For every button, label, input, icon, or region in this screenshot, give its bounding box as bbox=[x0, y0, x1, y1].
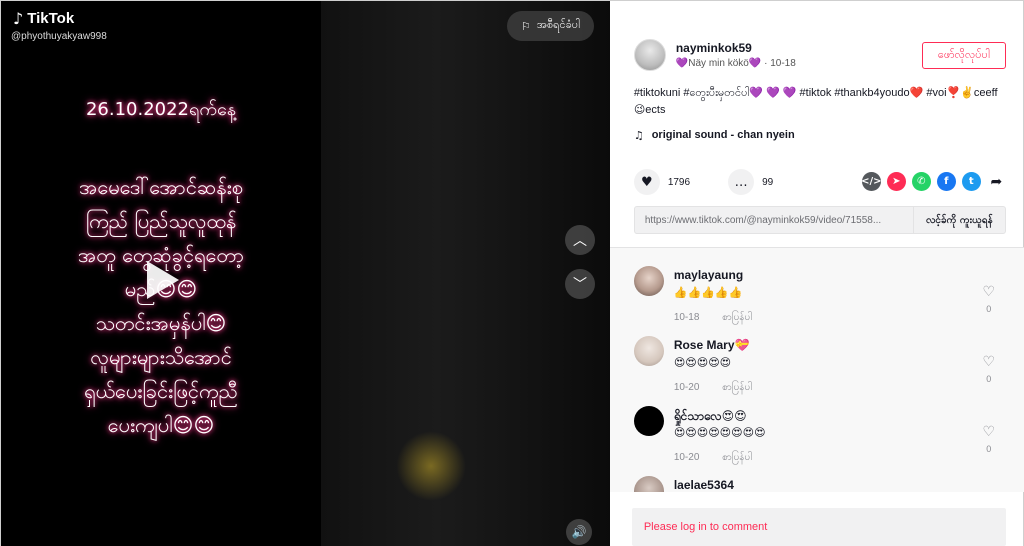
overlay-line: ကြည် ပြည်သူလူထုန် bbox=[85, 209, 237, 233]
comment-meta: 10-20 စာပြန်ပါ bbox=[674, 380, 752, 395]
whatsapp-icon[interactable]: ✆ bbox=[911, 172, 931, 191]
facebook-icon[interactable]: f bbox=[936, 172, 956, 191]
video-caption[interactable]: #tiktokuni #တွေးပီးမှတင်ပါ💜 💜 💜 #tiktok … bbox=[634, 85, 1006, 119]
heart-icon[interactable]: ♥ bbox=[633, 169, 660, 195]
report-label: အစီရင်ခံပါ bbox=[536, 19, 580, 31]
music-link[interactable]: ♫ original sound - chan nyein bbox=[634, 129, 795, 142]
flag-icon: ⚐ bbox=[521, 19, 531, 33]
comment-date: 10-18 bbox=[673, 312, 700, 323]
comment-username[interactable]: laelae5364 bbox=[674, 478, 734, 492]
avatar[interactable] bbox=[633, 39, 666, 71]
copy-link-button[interactable]: လင့်ခ်ကို ကူးယူရန် bbox=[913, 207, 1005, 233]
music-title: original sound - chan nyein bbox=[651, 129, 795, 141]
comment-date: 10-20 bbox=[673, 452, 700, 463]
comment-count: 99 bbox=[762, 176, 774, 188]
previous-video-button[interactable]: ︿ bbox=[565, 225, 595, 255]
author-info[interactable]: nayminkok59 💜Näy min kökö💜 · 10-18 bbox=[633, 39, 796, 71]
author-username[interactable]: nayminkok59 bbox=[676, 41, 796, 55]
music-note-icon: ♫ bbox=[633, 129, 644, 142]
send-icon[interactable]: ➤ bbox=[886, 172, 906, 191]
comment-text: 😍😍😍😍😍 bbox=[673, 356, 732, 369]
like-count: 1796 bbox=[667, 176, 691, 188]
embed-icon[interactable]: </> bbox=[861, 172, 882, 191]
chevron-down-icon: ﹀ bbox=[573, 277, 587, 293]
tiktok-brand-name: TikTok bbox=[27, 10, 75, 27]
avatar[interactable] bbox=[633, 336, 664, 366]
overlay-date: 26.10.2022ရက်နေ့ bbox=[85, 99, 237, 120]
play-icon[interactable] bbox=[147, 261, 179, 299]
tiktok-logo[interactable]: ♪ TikTok bbox=[13, 9, 74, 28]
video-light-glow bbox=[396, 431, 466, 501]
separator: · bbox=[764, 58, 768, 69]
comment-like-count: 0 bbox=[986, 444, 992, 454]
comment-username[interactable]: maylayaung bbox=[674, 268, 743, 282]
overlay-line: လူများများသိအောင် bbox=[90, 345, 232, 369]
comment-list: maylayaung 👍👍👍👍👍 10-18 စာပြန်ပါ ♡ 0 Rose… bbox=[609, 248, 1024, 492]
speaker-icon: 🔊 bbox=[571, 525, 587, 539]
avatar[interactable] bbox=[633, 406, 664, 436]
overlay-line: ရှယ်ပေးခြင်းဖြင့်ကူညီ bbox=[84, 379, 238, 403]
author-subline: 💜Näy min kökö💜 · 10-18 bbox=[676, 58, 796, 69]
comment-username[interactable]: ရှိုင်သာလေ😍😍 bbox=[674, 408, 747, 426]
scrollbar-thumb[interactable] bbox=[1014, 248, 1020, 348]
overlay-line: သတင်းအမှန်ပါ😊 bbox=[95, 311, 227, 335]
video-link-url[interactable]: https://www.tiktok.com/@nayminkok59/vide… bbox=[635, 215, 913, 226]
engagement-stats: ♥ 1796 … 99 bbox=[633, 169, 774, 195]
comment-text: 👍👍👍👍👍 bbox=[673, 286, 743, 299]
post-date: 10-18 bbox=[770, 58, 796, 69]
mute-button[interactable]: 🔊 bbox=[566, 519, 592, 545]
heart-outline-icon: ♡ bbox=[982, 424, 996, 440]
video-player[interactable]: ♪ TikTok @phyothuyakyaw998 ⚐ အစီရင်ခံပါ … bbox=[1, 1, 610, 546]
comment-like-count: 0 bbox=[986, 304, 992, 314]
comment-like-count: 0 bbox=[986, 374, 992, 384]
share-arrow-icon[interactable]: ➦ bbox=[987, 172, 1006, 191]
reply-button[interactable]: စာပြန်ပါ bbox=[722, 382, 752, 393]
comment-like[interactable]: ♡ 0 bbox=[974, 424, 1004, 454]
avatar[interactable] bbox=[633, 266, 664, 296]
login-to-comment-prompt[interactable]: Please log in to comment bbox=[631, 508, 1006, 546]
follow-button[interactable]: ဖော်လိုလုပ်ပါ bbox=[921, 42, 1006, 69]
report-button[interactable]: ⚐ အစီရင်ခံပါ bbox=[507, 11, 594, 41]
video-info-panel: nayminkok59 💜Näy min kökö💜 · 10-18 ဖော်လ… bbox=[609, 1, 1024, 546]
avatar[interactable] bbox=[633, 476, 664, 492]
reply-button[interactable]: စာပြန်ပါ bbox=[722, 312, 752, 323]
comment-scrollbar[interactable] bbox=[1014, 248, 1020, 492]
video-link-box: https://www.tiktok.com/@nayminkok59/vide… bbox=[633, 206, 1006, 234]
next-video-button[interactable]: ﹀ bbox=[565, 269, 595, 299]
tiktok-note-icon: ♪ bbox=[13, 9, 24, 28]
author-nickname: 💜Näy min kökö💜 bbox=[675, 58, 762, 69]
comment-meta: 10-20 စာပြန်ပါ bbox=[674, 450, 752, 465]
comment-icon[interactable]: … bbox=[728, 169, 755, 195]
comment-date: 10-20 bbox=[673, 382, 700, 393]
comment-meta: 10-18 စာပြန်ပါ bbox=[674, 310, 752, 325]
comment-text: 😍😍😍😍😍😍😍😍 bbox=[673, 426, 766, 439]
comment-like[interactable]: ♡ 0 bbox=[974, 354, 1004, 384]
tiktok-video-page: ♪ TikTok @phyothuyakyaw998 ⚐ အစီရင်ခံပါ … bbox=[0, 0, 1024, 546]
chevron-up-icon: ︿ bbox=[573, 233, 587, 249]
share-buttons: </> ➤ ✆ f t ➦ bbox=[861, 172, 1006, 191]
heart-outline-icon: ♡ bbox=[982, 354, 996, 370]
overlay-line: အမေဒေါ်အောင်ဆန်းစု bbox=[79, 175, 243, 199]
overlay-line: ပေးကျပါ😊😊 bbox=[107, 413, 215, 437]
comment-username[interactable]: Rose Mary💝 bbox=[674, 338, 750, 352]
heart-outline-icon: ♡ bbox=[982, 284, 996, 300]
comment-like[interactable]: ♡ 0 bbox=[974, 284, 1004, 314]
twitter-icon[interactable]: t bbox=[961, 172, 981, 191]
reply-button[interactable]: စာပြန်ပါ bbox=[722, 452, 752, 463]
video-watermark-username: @phyothuyakyaw998 bbox=[11, 31, 107, 42]
